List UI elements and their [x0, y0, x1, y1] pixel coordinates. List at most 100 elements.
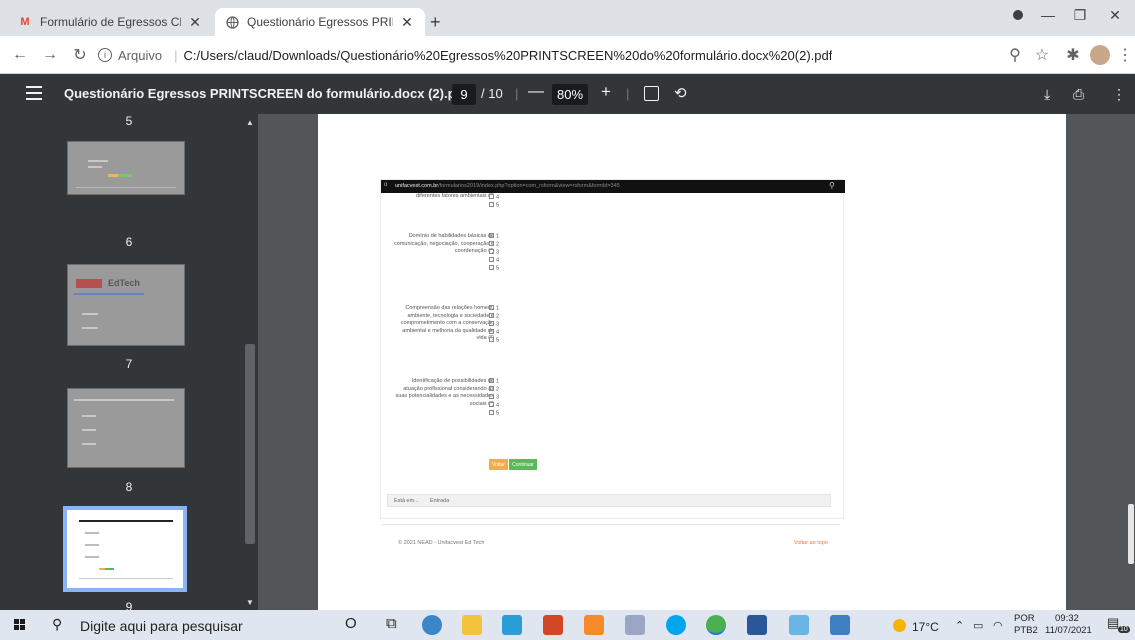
back-arrow-icon[interactable]: ←	[10, 45, 30, 65]
question-label: Identificação de possibilidades de atuaç…	[395, 378, 494, 407]
menu-dots-icon[interactable]: ⋮	[1115, 45, 1135, 65]
fit-page-icon[interactable]	[644, 86, 659, 101]
info-icon[interactable]: i	[98, 48, 112, 62]
clock-date[interactable]: 11/07/2021	[1045, 625, 1092, 636]
breadcrumb-current[interactable]: Entrada	[430, 498, 449, 504]
battery-icon[interactable]: ▭	[973, 619, 983, 632]
continue-button[interactable]: Continuar	[509, 459, 537, 470]
pdf-toolbar: Questionário Egressos PRINTSCREEN do for…	[0, 74, 1135, 114]
word-icon[interactable]	[747, 615, 767, 635]
address-bar[interactable]: i Arquivo | C:/Users/claud/Downloads/Que…	[98, 42, 1023, 68]
forward-arrow-icon[interactable]: →	[40, 45, 60, 65]
tab-pdf[interactable]: Questionário Egressos PRINTSCR ✕	[215, 8, 425, 36]
radio-option[interactable]: 3	[489, 249, 499, 257]
app-icon[interactable]	[789, 615, 809, 635]
radio-option[interactable]: 4	[489, 402, 499, 410]
pdf-page: o unifacvest.com.br/formularios2019/inde…	[318, 114, 1066, 610]
radio-option[interactable]: 1	[489, 233, 499, 241]
close-icon[interactable]: ✕	[399, 14, 415, 31]
question-options: 1 2 3 4 5	[489, 305, 499, 345]
embedded-search-icon: ⚲	[829, 181, 835, 190]
scrollbar-thumb[interactable]	[245, 344, 255, 544]
radio-option[interactable]: 3	[489, 394, 499, 402]
thumbnail-sidebar: 5 6 EdTech 7 8 9	[0, 114, 258, 614]
reload-icon[interactable]: ↻	[70, 45, 90, 65]
viewer-scrollbar[interactable]	[1127, 114, 1135, 610]
bookmark-star-icon[interactable]: ☆	[1032, 45, 1052, 65]
radio-option[interactable]: 2	[489, 386, 499, 394]
thumbnail-number: 6	[125, 235, 133, 249]
close-window-icon[interactable]: ✕	[1095, 0, 1135, 30]
back-to-top-link[interactable]: Voltar ao topo	[794, 540, 828, 546]
question-options: 1 2 3 4 5	[489, 233, 499, 273]
question-label: diferentes fatores ambientais (*)	[416, 193, 494, 197]
thumbnail-page-7[interactable]: EdTech	[67, 264, 185, 346]
question-label: Domínio de habilidades básicas de comuni…	[394, 233, 494, 254]
tab-gmail[interactable]: M Formulário de Egressos CPA unifa ✕	[8, 8, 213, 36]
embedded-url: unifacvest.com.br/formularios2019/index.…	[395, 183, 620, 189]
thumbnail-page-6[interactable]	[67, 141, 185, 195]
page-number-input[interactable]: 9	[452, 84, 476, 105]
restore-icon[interactable]: ❐	[1060, 0, 1100, 30]
edge-icon[interactable]	[422, 615, 442, 635]
breadcrumb: Está em... Entrada	[387, 494, 831, 507]
skype-icon[interactable]	[666, 615, 686, 635]
file-explorer-icon[interactable]	[462, 615, 482, 635]
windows-start-icon[interactable]	[14, 619, 26, 631]
thumbnail-page-9-selected[interactable]	[63, 506, 187, 592]
radio-option[interactable]: 5	[489, 337, 499, 345]
chrome-icon[interactable]	[706, 615, 726, 635]
tab-strip: M Formulário de Egressos CPA unifa ✕ Que…	[0, 0, 1135, 36]
task-view-icon[interactable]: ⧉	[386, 615, 397, 632]
radio-option[interactable]: 3	[489, 321, 499, 329]
radio-option[interactable]: 5	[489, 202, 499, 210]
windows-taskbar: ⚲ Digite aqui para pesquisar O ⧉	[0, 610, 1135, 640]
download-icon[interactable]: ⤓	[1044, 86, 1050, 103]
mail-icon[interactable]	[502, 615, 522, 635]
radio-option[interactable]: 4	[489, 257, 499, 265]
wifi-icon[interactable]: ◠	[993, 619, 1003, 632]
print-icon[interactable]: ⎙	[1073, 86, 1084, 103]
new-tab-button[interactable]: +	[430, 12, 441, 33]
extensions-icon[interactable]: ✱	[1063, 45, 1083, 65]
radio-option[interactable]: 1	[489, 305, 499, 313]
rotate-icon[interactable]: ⟲	[674, 84, 687, 102]
language-bottom[interactable]: PTB2	[1014, 625, 1038, 636]
zoom-in-icon[interactable]: +	[601, 82, 611, 102]
taskbar-search-input[interactable]: Digite aqui para pesquisar	[80, 618, 243, 634]
tab-title: Formulário de Egressos CPA unifa	[40, 15, 181, 29]
photos-icon[interactable]	[625, 615, 645, 635]
footer-copyright: © 2021 NEAD - Unifacvest Ed Tech	[398, 540, 485, 546]
scrollbar-thumb[interactable]	[1128, 504, 1134, 564]
radio-option[interactable]: 2	[489, 241, 499, 249]
radio-option[interactable]: 5	[489, 410, 499, 418]
separator: |	[626, 86, 630, 101]
zoom-icon[interactable]: ⚲	[1005, 45, 1025, 65]
radio-option[interactable]: 1	[489, 378, 499, 386]
close-icon[interactable]: ✕	[187, 14, 203, 31]
hamburger-menu-icon[interactable]	[26, 86, 42, 100]
zoom-out-icon[interactable]: —	[528, 83, 544, 101]
powerpoint-icon[interactable]	[543, 615, 563, 635]
language-top[interactable]: POR	[1014, 613, 1035, 624]
weather-temperature[interactable]: 17°C	[912, 620, 939, 634]
radio-option[interactable]: 2	[489, 313, 499, 321]
thumbnail-number: 8	[125, 480, 133, 494]
paint-icon[interactable]	[584, 615, 604, 635]
question-options: 4 5	[489, 194, 499, 210]
image-viewer-icon[interactable]	[830, 615, 850, 635]
sidebar-scrollbar[interactable]: ▲ ▼	[243, 114, 257, 610]
radio-option[interactable]: 4	[489, 329, 499, 337]
clock-time[interactable]: 09:32	[1055, 613, 1079, 624]
thumbnail-page-8[interactable]	[67, 388, 185, 468]
radio-option[interactable]: 5	[489, 265, 499, 273]
radio-option[interactable]: 4	[489, 194, 499, 202]
zoom-level-input[interactable]: 80%	[552, 84, 588, 105]
more-options-icon[interactable]: ⋮	[1112, 86, 1126, 103]
browser-toolbar: ← → ↻ i Arquivo | C:/Users/claud/Downloa…	[0, 36, 1135, 74]
search-icon: ⚲	[52, 616, 63, 632]
cortana-icon[interactable]: O	[345, 615, 357, 632]
back-button[interactable]: Voltar	[489, 459, 508, 470]
avatar[interactable]	[1090, 45, 1110, 65]
tray-chevron-icon[interactable]: ⌃	[955, 619, 964, 632]
